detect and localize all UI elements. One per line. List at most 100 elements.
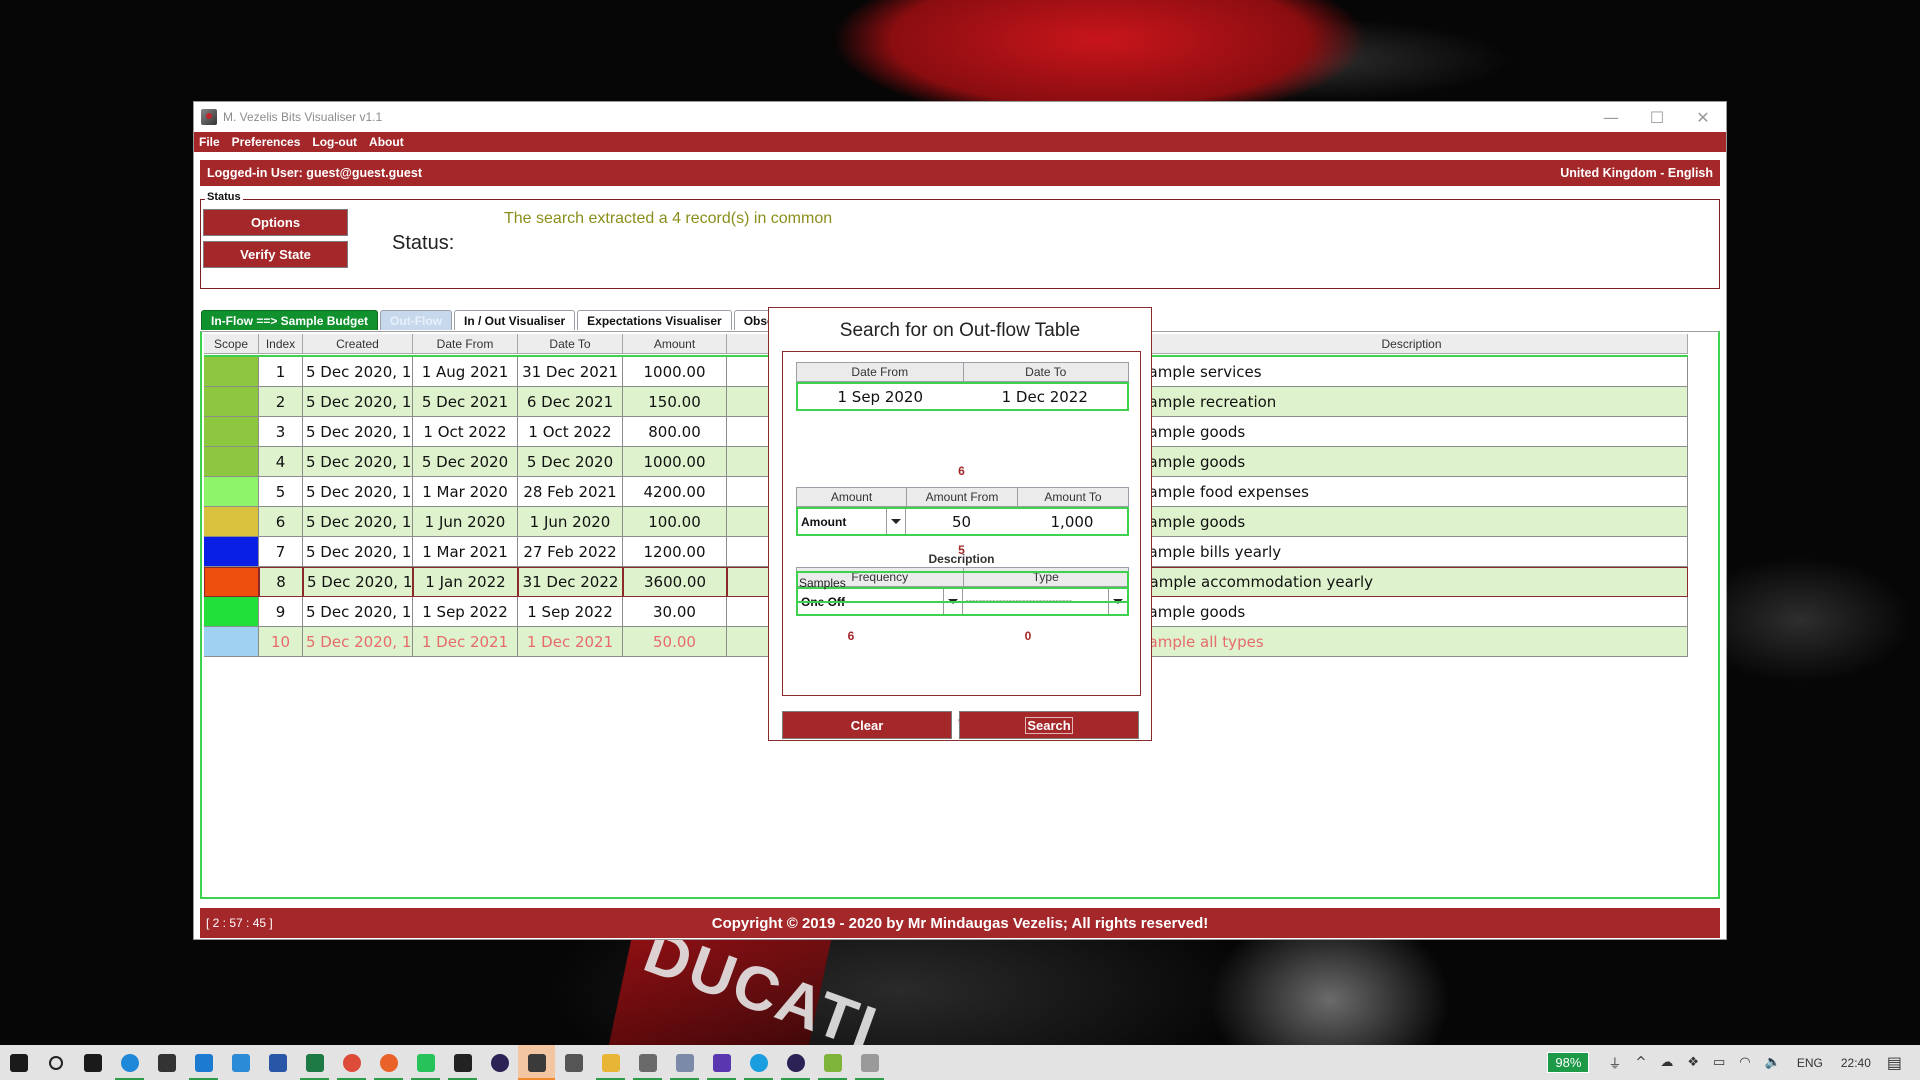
tab-bar: In-Flow ==> Sample Budget Out-Flow In / …: [201, 309, 790, 330]
taskbar-notepad-button[interactable]: [814, 1045, 851, 1080]
taskbar-search-button[interactable]: [37, 1045, 74, 1080]
taskbar-word-button[interactable]: [259, 1045, 296, 1080]
clear-button[interactable]: Clear: [782, 711, 952, 739]
options-button[interactable]: Options: [203, 209, 348, 236]
column-header-created[interactable]: Created: [303, 334, 413, 354]
taskbar-excel-button[interactable]: [296, 1045, 333, 1080]
taskbar-task-view-button[interactable]: [74, 1045, 111, 1080]
column-header-date-from[interactable]: Date From: [413, 334, 518, 354]
title-bar[interactable]: M. Vezelis Bits Visualiser v1.1 — ☐ ✕: [194, 102, 1726, 132]
created-cell: 5 Dec 2020, 19:3...: [303, 387, 413, 417]
taskbar-edge-button[interactable]: [111, 1045, 148, 1080]
date-from-cell: 1 Jan 2022: [413, 567, 518, 597]
maximize-button[interactable]: ☐: [1634, 102, 1680, 132]
battery-icon[interactable]: ▭: [1713, 1055, 1725, 1070]
tab-expectations-visualiser[interactable]: Expectations Visualiser: [577, 310, 732, 330]
date-to-cell: 6 Dec 2021: [518, 387, 623, 417]
logged-in-user: Logged-in User: guest@guest.guest: [207, 166, 422, 180]
taskbar-chrome-button[interactable]: [333, 1045, 370, 1080]
amount-group: Amount Amount From Amount To Amount 50 1…: [796, 487, 1129, 536]
menu-logout[interactable]: Log-out: [312, 135, 357, 149]
amount-from-input[interactable]: 50: [906, 509, 1017, 534]
taskbar-store-button[interactable]: [148, 1045, 185, 1080]
taskbar-file-explorer-button[interactable]: [592, 1045, 629, 1080]
tab-in-out-visualiser[interactable]: In / Out Visualiser: [454, 310, 576, 330]
app-icon: [201, 109, 217, 125]
tab-inflow[interactable]: In-Flow ==> Sample Budget: [201, 310, 379, 330]
taskbar-mail-button[interactable]: [185, 1045, 222, 1080]
dropbox-icon[interactable]: ❖: [1687, 1055, 1699, 1070]
taskbar-calculator-button[interactable]: [629, 1045, 666, 1080]
column-header-amount[interactable]: Amount: [623, 334, 727, 354]
amount-field-header: Amount: [796, 487, 906, 507]
taskbar-visual-studio-button[interactable]: [703, 1045, 740, 1080]
date-to-cell: 27 Feb 2022: [518, 537, 623, 567]
edge-icon: [120, 1053, 139, 1072]
taskbar-terminal-button[interactable]: [444, 1045, 481, 1080]
menu-preferences[interactable]: Preferences: [232, 135, 301, 149]
amount-cell: 50.00: [623, 627, 727, 657]
window-title: M. Vezelis Bits Visualiser v1.1: [223, 110, 383, 124]
power-plug-icon[interactable]: ⏚: [1608, 1053, 1621, 1072]
terminal-icon: [453, 1053, 472, 1072]
verify-state-button[interactable]: Verify State: [203, 241, 348, 268]
tab-outflow[interactable]: Out-Flow: [380, 310, 453, 330]
taskbar-eclipse-button[interactable]: [481, 1045, 518, 1080]
sublime-icon: [527, 1053, 546, 1072]
taskbar-app-bw-button[interactable]: [555, 1045, 592, 1080]
clock[interactable]: 22:40: [1841, 1056, 1871, 1070]
notifications-icon[interactable]: ▤: [1887, 1053, 1902, 1072]
windows-taskbar: 98% ⏚ ^ ☁ ❖ ▭ ◠ 🔈 ENG 22:40 ▤: [0, 1045, 1920, 1080]
menu-about[interactable]: About: [369, 135, 404, 149]
taskbar-resource-monitor-button[interactable]: [666, 1045, 703, 1080]
date-to-cell: 5 Dec 2020: [518, 447, 623, 477]
column-header-index[interactable]: Index: [259, 334, 303, 354]
column-header-description[interactable]: Description: [1136, 334, 1688, 354]
date-from-input[interactable]: 1 Sep 2020: [798, 384, 963, 409]
chrome-icon: [342, 1053, 361, 1072]
amount-cell: 1000.00: [623, 357, 727, 387]
wifi-icon[interactable]: ◠: [1739, 1055, 1750, 1070]
created-cell: 5 Dec 2020, 19:3...: [303, 627, 413, 657]
date-to-input[interactable]: 1 Dec 2022: [963, 384, 1128, 409]
amount-cell: 4200.00: [623, 477, 727, 507]
column-header-scope[interactable]: Scope: [204, 334, 259, 354]
onedrive-cloud-icon[interactable]: ☁: [1660, 1055, 1673, 1070]
minimize-button[interactable]: —: [1588, 102, 1634, 132]
date-from-cell: 5 Dec 2021: [413, 387, 518, 417]
amount-to-input[interactable]: 1,000: [1017, 509, 1127, 534]
taskbar-start-button[interactable]: [0, 1045, 37, 1080]
created-cell: 5 Dec 2020, 19:2...: [303, 507, 413, 537]
date-from-cell: 1 Mar 2020: [413, 477, 518, 507]
l-app-icon: [231, 1053, 250, 1072]
created-cell: 5 Dec 2020, 19:2...: [303, 537, 413, 567]
taskbar-sublime-button[interactable]: [518, 1045, 555, 1080]
taskbar-java-app-button[interactable]: [851, 1045, 888, 1080]
amount-cell: 1200.00: [623, 537, 727, 567]
taskbar-green-app-button[interactable]: [407, 1045, 444, 1080]
taskbar-eclipse-2-button[interactable]: [777, 1045, 814, 1080]
date-to-cell: 1 Dec 2021: [518, 627, 623, 657]
amount-cell: 1000.00: [623, 447, 727, 477]
taskbar-firefox-button[interactable]: [370, 1045, 407, 1080]
description-cell: Sample accommodation yearly: [1136, 567, 1688, 597]
menu-file[interactable]: File: [199, 135, 220, 149]
index-cell: 7: [259, 537, 303, 567]
description-input[interactable]: Samples: [796, 571, 1129, 603]
chevron-up-icon[interactable]: ^: [1635, 1055, 1646, 1070]
volume-icon[interactable]: 🔈: [1765, 1055, 1781, 1070]
amount-field-select[interactable]: Amount: [798, 509, 906, 534]
taskbar-skype-button[interactable]: [740, 1045, 777, 1080]
amount-to-header: Amount To: [1017, 487, 1129, 507]
column-header-date-to[interactable]: Date To: [518, 334, 623, 354]
created-cell: 5 Dec 2020, 19:2...: [303, 567, 413, 597]
skype-icon: [749, 1053, 768, 1072]
battery-indicator[interactable]: 98%: [1547, 1052, 1590, 1073]
close-button[interactable]: ✕: [1680, 102, 1726, 132]
language-indicator[interactable]: ENG: [1797, 1056, 1823, 1070]
taskbar-l-app-button[interactable]: [222, 1045, 259, 1080]
amount-dropdown-button[interactable]: [886, 509, 905, 534]
date-to-header: Date To: [962, 362, 1129, 382]
search-button[interactable]: Search: [959, 711, 1139, 739]
date-from-cell: 1 Oct 2022: [413, 417, 518, 447]
